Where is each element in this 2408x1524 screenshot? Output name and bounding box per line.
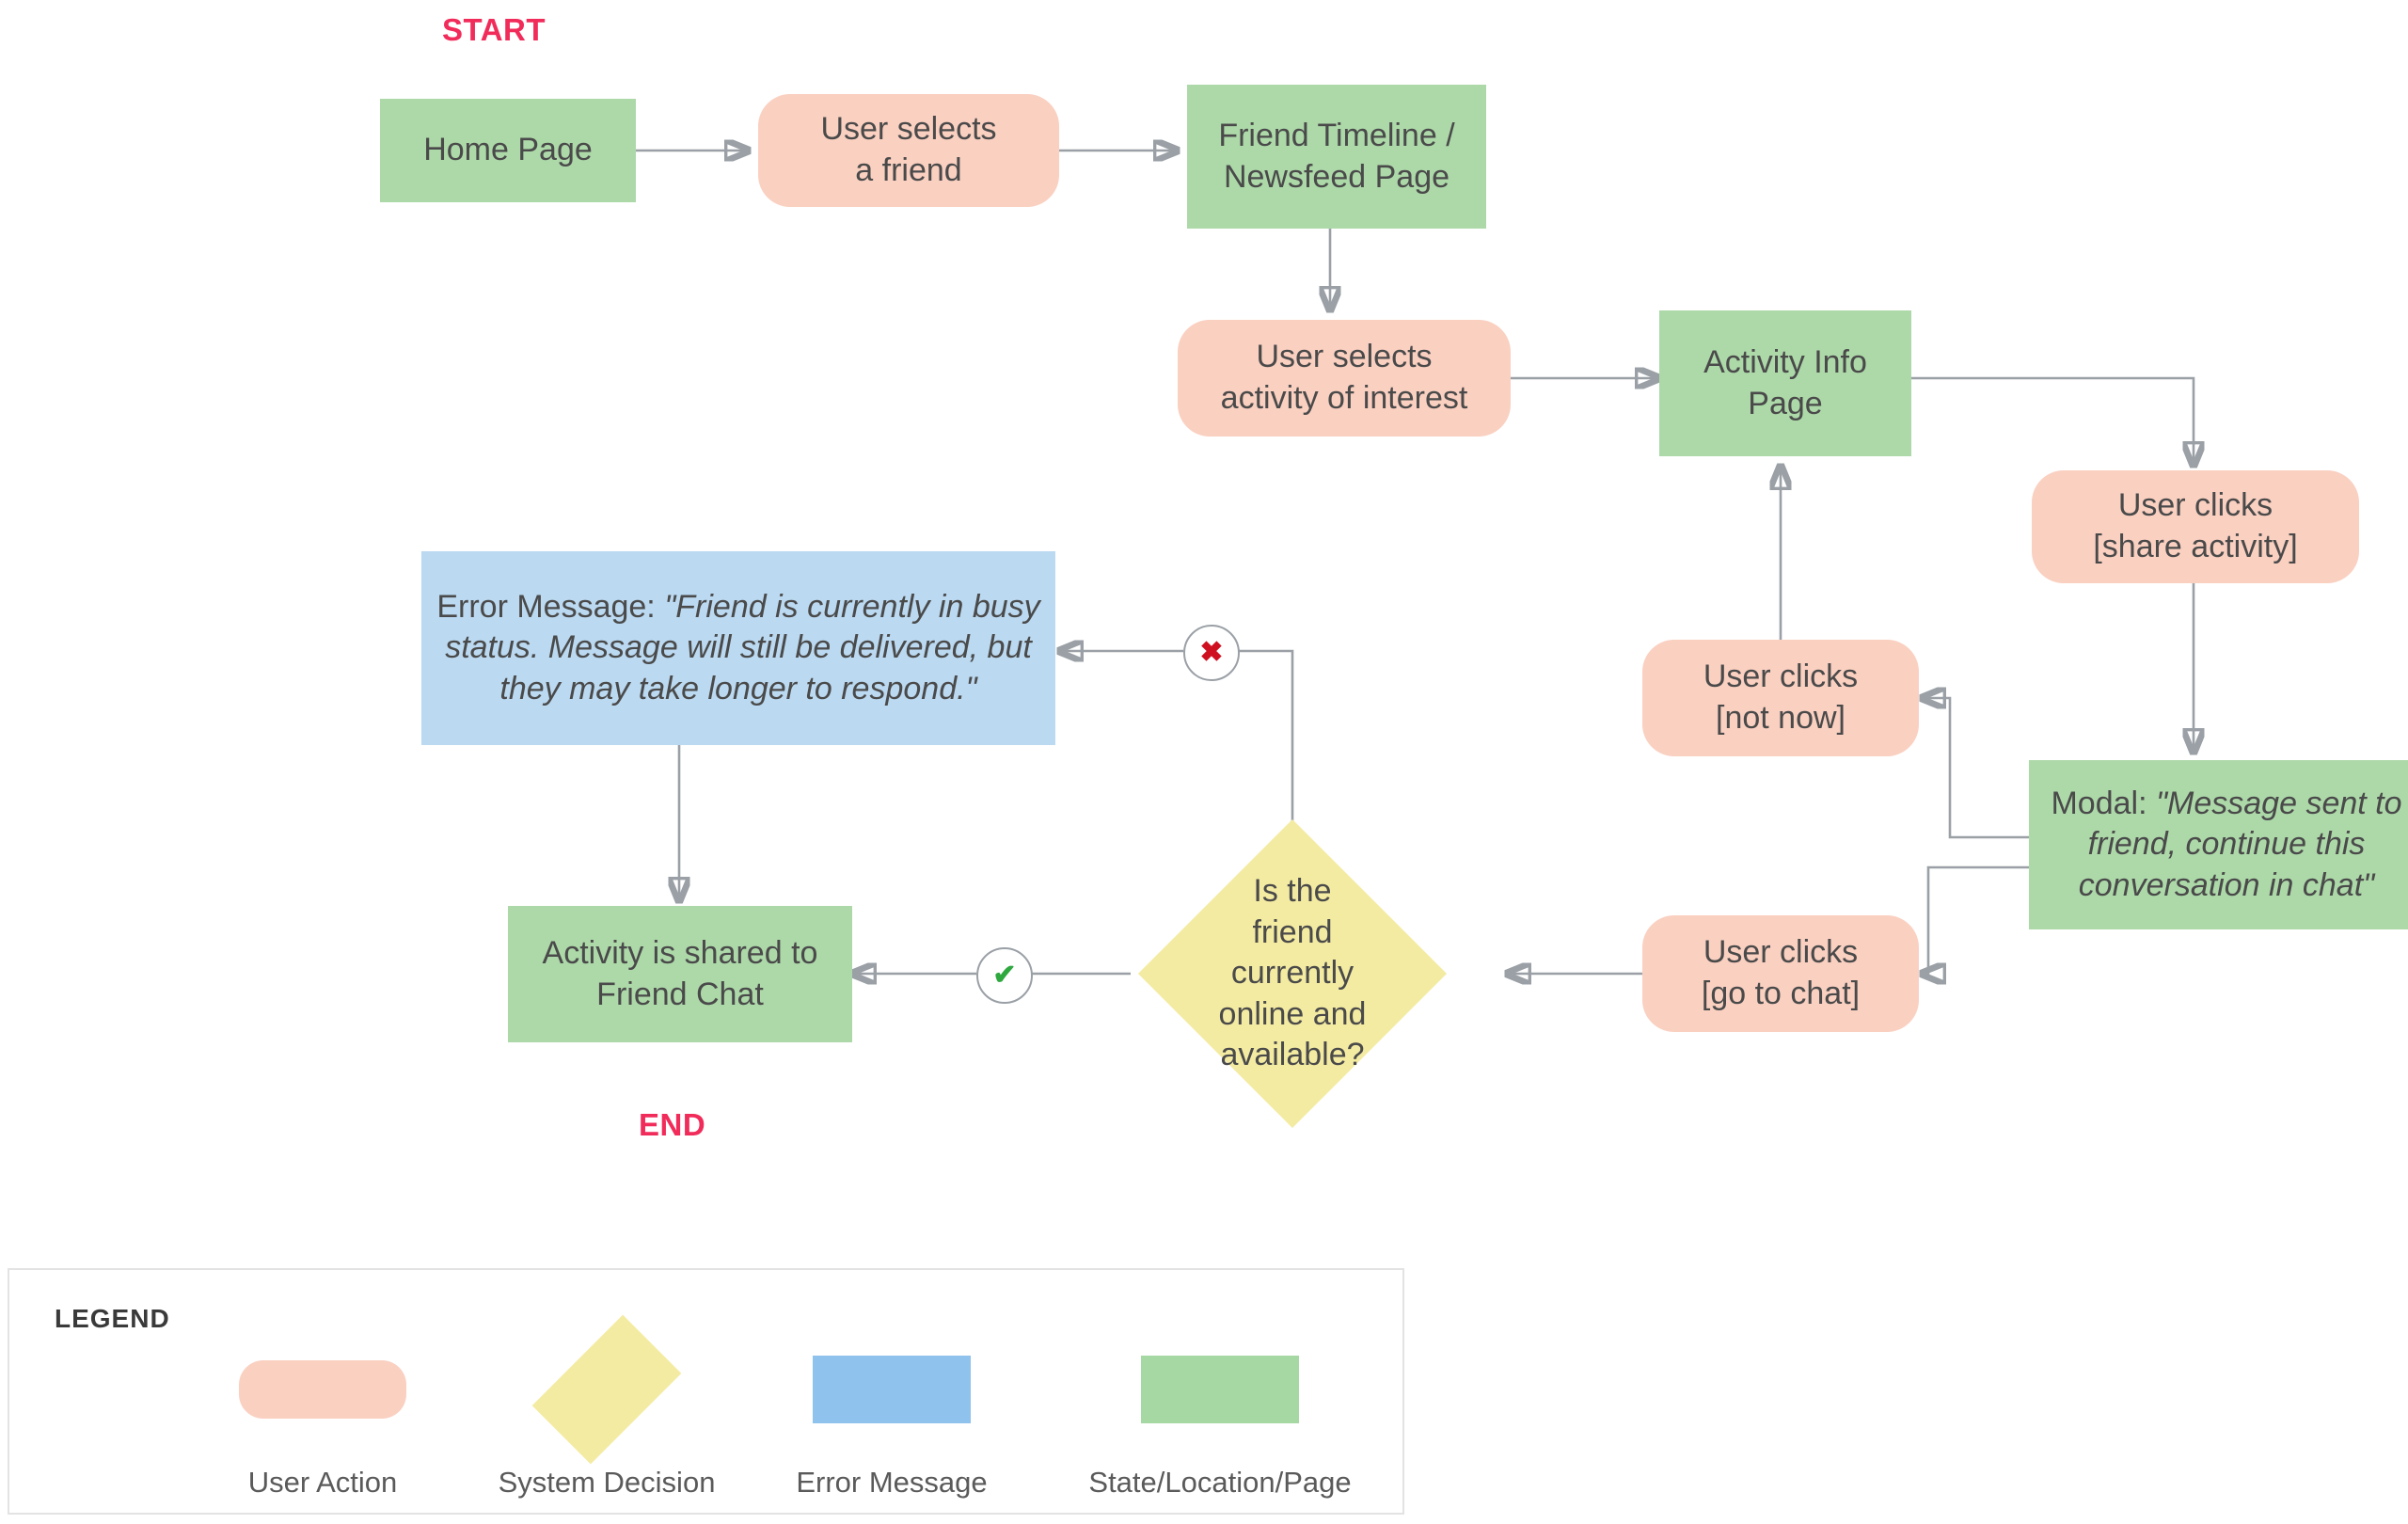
node-user-selects-friend-label: User selects a friend [820, 111, 997, 188]
legend-item-state-location-page: State/Location/Page [1088, 1328, 1352, 1500]
node-error-prefix: Error Message: [436, 588, 665, 625]
node-user-selects-friend[interactable]: User selects a friend [758, 94, 1059, 207]
node-user-clicks-share-activity[interactable]: User clicks [share activity] [2032, 470, 2359, 583]
legend-label-user-action: User Action [247, 1466, 398, 1499]
legend-label-state-location-page: State/Location/Page [1088, 1466, 1352, 1499]
start-label: START [442, 12, 547, 47]
decision-yes-icon: ✔ [976, 947, 1033, 1004]
legend-swatch-system-decision-wrap [531, 1314, 682, 1465]
legend-swatch-user-action [239, 1360, 406, 1419]
node-activity-info-page[interactable]: Activity Info Page [1659, 310, 1911, 456]
node-decision-friend-online[interactable]: Is the friend currently online and avail… [1137, 818, 1448, 1129]
legend-item-user-action: User Action [214, 1328, 431, 1500]
node-activity-shared-to-chat-label: Activity is shared to Friend Chat [542, 934, 818, 1012]
node-activity-shared-to-chat[interactable]: Activity is shared to Friend Chat [508, 906, 852, 1042]
node-user-selects-activity[interactable]: User selects activity of interest [1178, 320, 1511, 437]
node-user-clicks-not-now[interactable]: User clicks [not now] [1642, 640, 1919, 756]
legend-panel: LEGEND User Action System Decision Error… [8, 1268, 1404, 1515]
check-icon: ✔ [992, 960, 1017, 991]
legend-label-error-message: Error Message [796, 1466, 988, 1499]
node-user-clicks-go-to-chat-label: User clicks [go to chat] [1701, 934, 1861, 1011]
node-home-page[interactable]: Home Page [380, 99, 636, 202]
node-friend-timeline[interactable]: Friend Timeline / Newsfeed Page [1187, 85, 1486, 229]
node-activity-info-page-label: Activity Info Page [1703, 343, 1867, 421]
edge-modal-to-gotochat [1922, 865, 2029, 974]
legend-swatch-error-message-wrap [813, 1328, 971, 1451]
edge-decision-to-no-marker [1236, 649, 1294, 825]
legend-swatch-error-message [813, 1356, 971, 1423]
edge-modal-to-notnow [1922, 698, 2029, 839]
node-user-clicks-go-to-chat[interactable]: User clicks [go to chat] [1642, 915, 1919, 1032]
legend-title: LEGEND [55, 1304, 170, 1333]
node-modal-prefix: Modal: [2051, 785, 2156, 821]
decision-no-icon: ✖ [1183, 625, 1240, 681]
legend-label-system-decision: System Decision [498, 1466, 716, 1499]
flowchart-canvas: START END Home Page User selects a frien… [0, 0, 2408, 1524]
legend-swatch-state-location-page-wrap [1141, 1328, 1299, 1451]
node-home-page-label: Home Page [423, 132, 593, 168]
node-user-clicks-not-now-label: User clicks [not now] [1703, 659, 1859, 736]
legend-swatch-system-decision [531, 1314, 682, 1465]
node-friend-timeline-label: Friend Timeline / Newsfeed Page [1218, 117, 1455, 195]
edge-activityinfo-to-share [1911, 376, 2194, 466]
node-modal-message-sent[interactable]: Modal: "Message sent to friend, continue… [2029, 760, 2408, 929]
legend-item-system-decision: System Decision [498, 1314, 716, 1500]
legend-swatch-user-action-wrap [239, 1328, 406, 1451]
legend-item-error-message: Error Message [784, 1328, 1000, 1500]
cross-icon: ✖ [1199, 637, 1224, 668]
end-label: END [639, 1107, 706, 1142]
node-user-clicks-share-activity-label: User clicks [share activity] [2093, 487, 2298, 564]
node-error-message-busy[interactable]: Error Message: "Friend is currently in b… [421, 551, 1055, 745]
node-decision-friend-online-label: Is the friend currently online and avail… [1218, 873, 1367, 1073]
node-user-selects-activity-label: User selects activity of interest [1220, 339, 1468, 416]
legend-swatch-state-location-page [1141, 1356, 1299, 1423]
